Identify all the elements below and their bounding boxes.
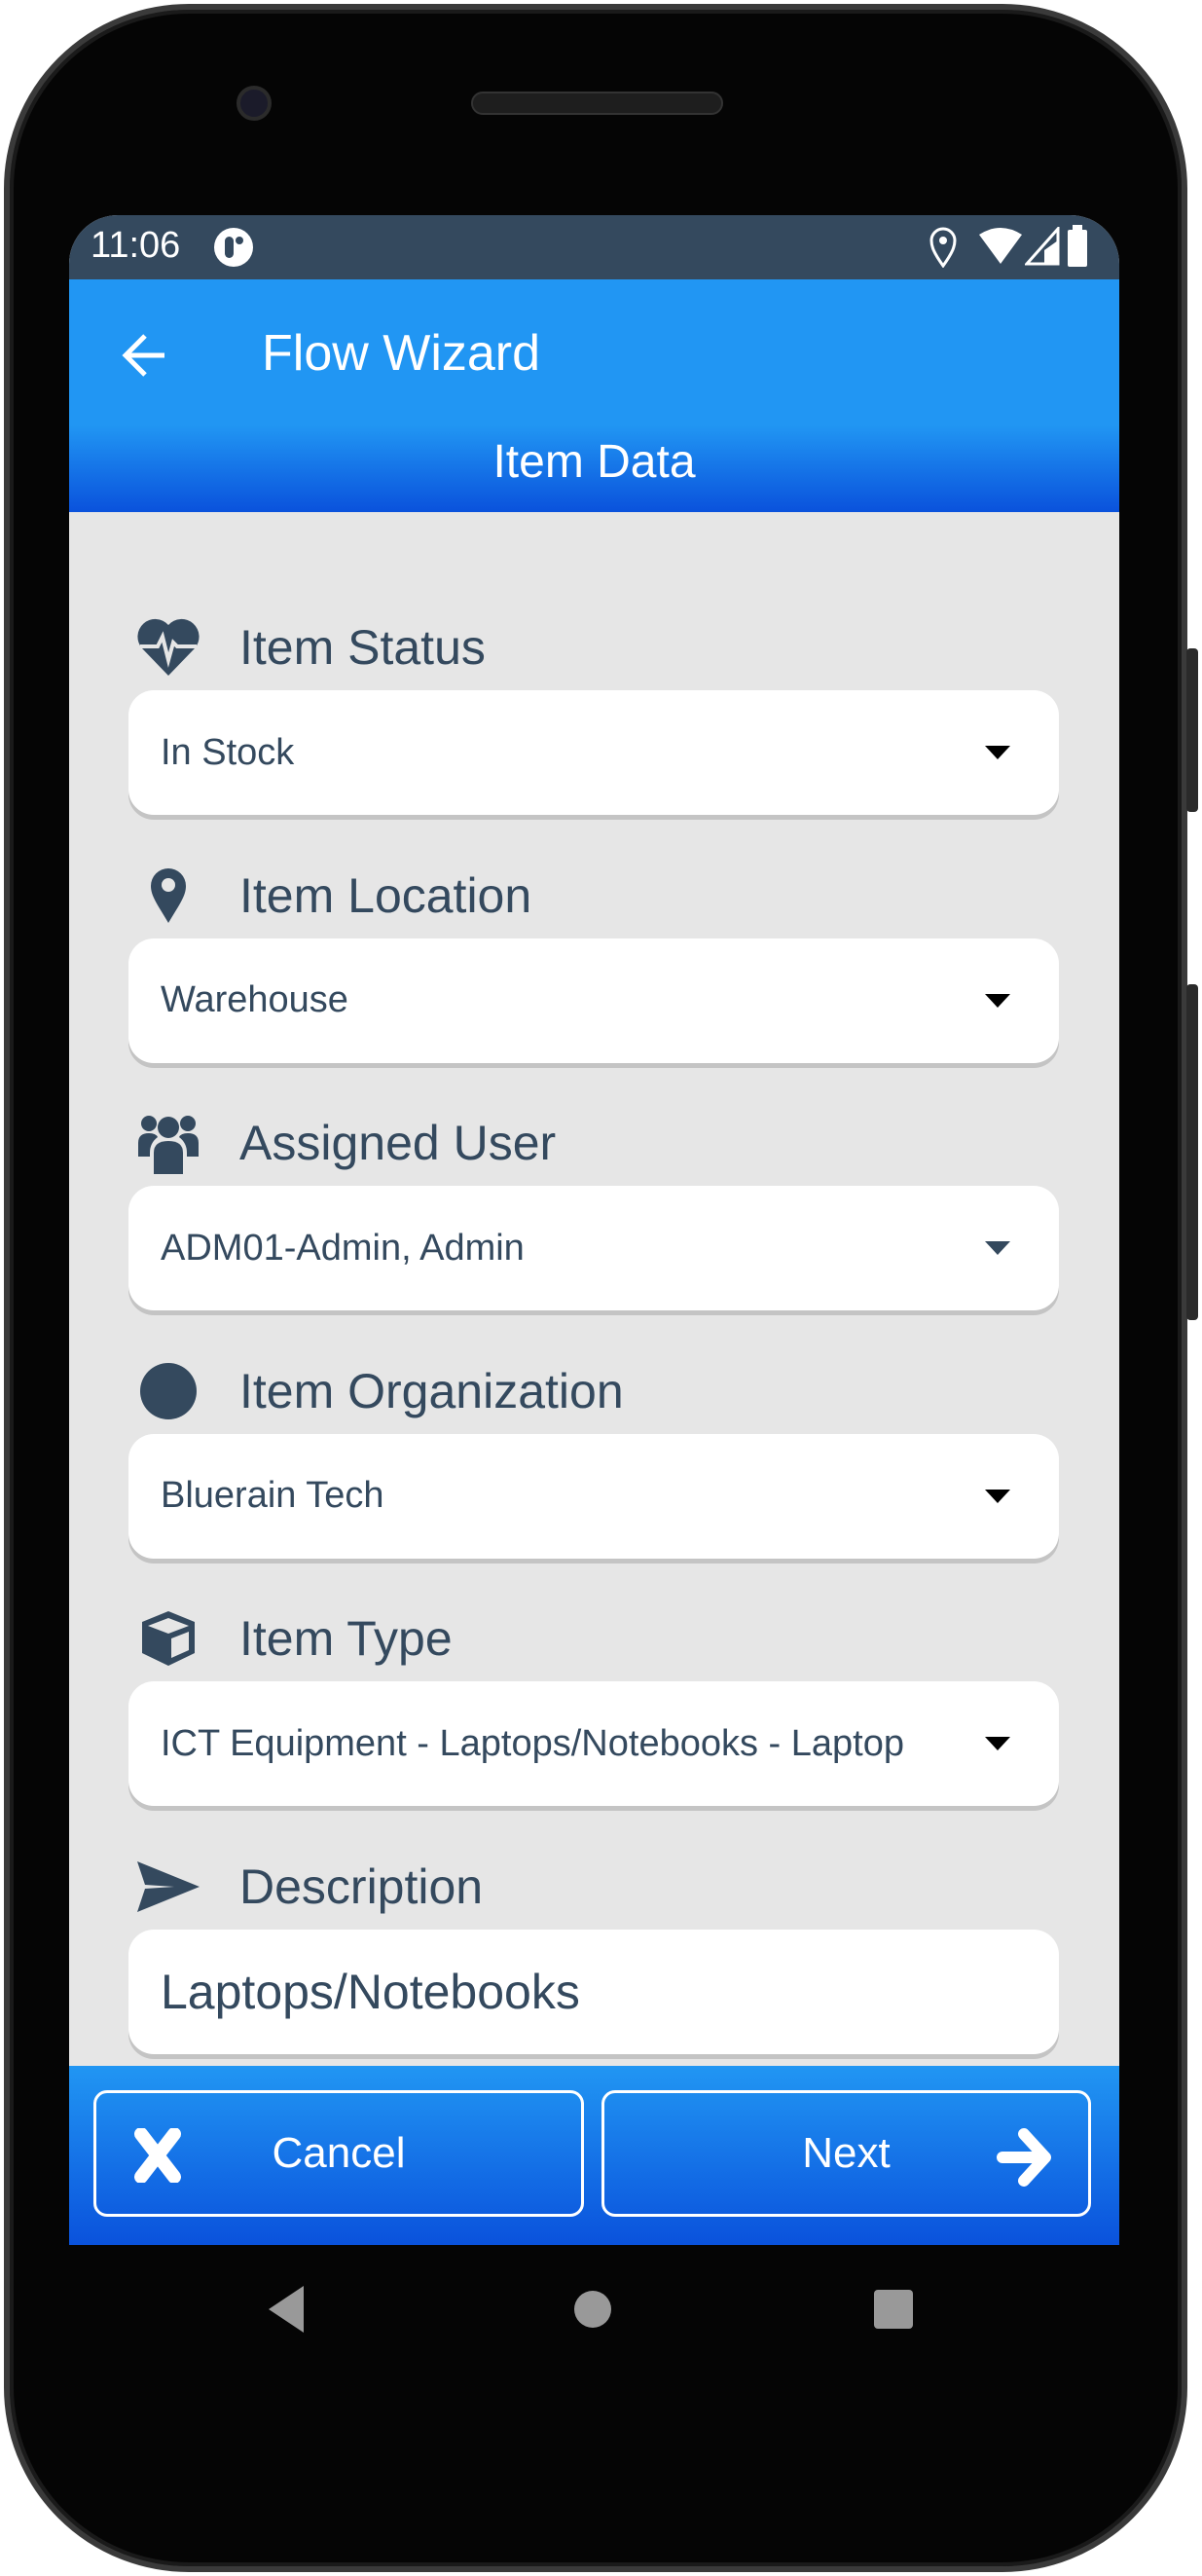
dropdown-arrow-icon xyxy=(985,1241,1010,1255)
dropdown-select[interactable]: In Stock xyxy=(128,690,1059,815)
cancel-label: Cancel xyxy=(272,2129,406,2177)
power-button xyxy=(1186,984,1198,1320)
volume-button xyxy=(1186,648,1198,812)
dropdown-select[interactable]: Bluerain Tech xyxy=(128,1433,1059,1559)
status-time: 11:06 xyxy=(91,225,181,266)
field-value: In Stock xyxy=(161,731,295,773)
users-icon xyxy=(134,1109,202,1177)
field-label-text: Item Organization xyxy=(239,1363,624,1418)
footer-bar: Cancel Next xyxy=(69,2066,1119,2245)
back-arrow-button[interactable] xyxy=(118,328,172,383)
next-button[interactable]: Next xyxy=(601,2090,1091,2217)
app-title: Flow Wizard xyxy=(262,325,541,382)
dropdown-select[interactable]: Warehouse xyxy=(128,938,1059,1063)
field-value: ADM01-Admin, Admin xyxy=(161,1227,525,1269)
cancel-button[interactable]: Cancel xyxy=(93,2090,584,2217)
field-label: Description xyxy=(128,1853,1059,1921)
field-label: Item Location xyxy=(128,862,1059,930)
field-value: ICT Equipment - Laptops/Notebooks - Lapt… xyxy=(161,1722,904,1764)
field-label: Item Type xyxy=(128,1604,1059,1673)
field-label-text: Item Location xyxy=(239,867,532,923)
app-header: Flow Wizard Item Data xyxy=(69,279,1119,512)
circle-icon xyxy=(134,1357,202,1425)
page-subtitle: Item Data xyxy=(492,436,696,488)
battery-icon xyxy=(1068,225,1087,267)
earpiece-speaker xyxy=(471,92,723,115)
arrow-right-icon xyxy=(997,2128,1051,2187)
notification-icon xyxy=(214,228,253,267)
field-label: Item Organization xyxy=(128,1357,1059,1425)
field-label: Item Status xyxy=(128,613,1059,681)
heartbeat-icon xyxy=(134,613,202,681)
dropdown-arrow-icon xyxy=(985,1489,1010,1503)
app-screen: 11:06 Flow Wizard Item Data Item Status … xyxy=(69,215,1119,2245)
field-value: Bluerain Tech xyxy=(161,1475,384,1516)
dropdown-select[interactable]: ADM01-Admin, Admin xyxy=(128,1186,1059,1310)
signal-icon xyxy=(1025,227,1060,266)
field-label-text: Item Status xyxy=(239,620,486,675)
paper-plane-icon xyxy=(134,1853,202,1921)
field-label-text: Item Type xyxy=(239,1611,453,1666)
front-camera xyxy=(237,86,272,121)
text-input[interactable]: Laptops/Notebooks xyxy=(128,1929,1059,2054)
wifi-icon xyxy=(979,228,1022,264)
cube-icon xyxy=(134,1604,202,1673)
close-icon xyxy=(134,2128,181,2183)
field-label-text: Description xyxy=(239,1858,484,1914)
field-label-text: Assigned User xyxy=(239,1116,557,1170)
dropdown-arrow-icon xyxy=(985,1737,1010,1750)
dropdown-select[interactable]: ICT Equipment - Laptops/Notebooks - Lapt… xyxy=(128,1681,1059,1806)
dropdown-arrow-icon xyxy=(985,746,1010,759)
next-label: Next xyxy=(802,2129,891,2177)
nav-recents-button[interactable] xyxy=(874,2290,913,2329)
status-bar: 11:06 xyxy=(69,215,1119,279)
field-value: Laptops/Notebooks xyxy=(161,1964,580,2019)
field-label: Assigned User xyxy=(128,1109,1059,1177)
nav-back-button[interactable] xyxy=(265,2284,308,2335)
location-icon xyxy=(929,227,957,268)
field-value: Warehouse xyxy=(161,979,348,1020)
dropdown-arrow-icon xyxy=(985,993,1010,1008)
nav-home-button[interactable] xyxy=(573,2290,612,2329)
map-marker-icon xyxy=(134,862,202,930)
